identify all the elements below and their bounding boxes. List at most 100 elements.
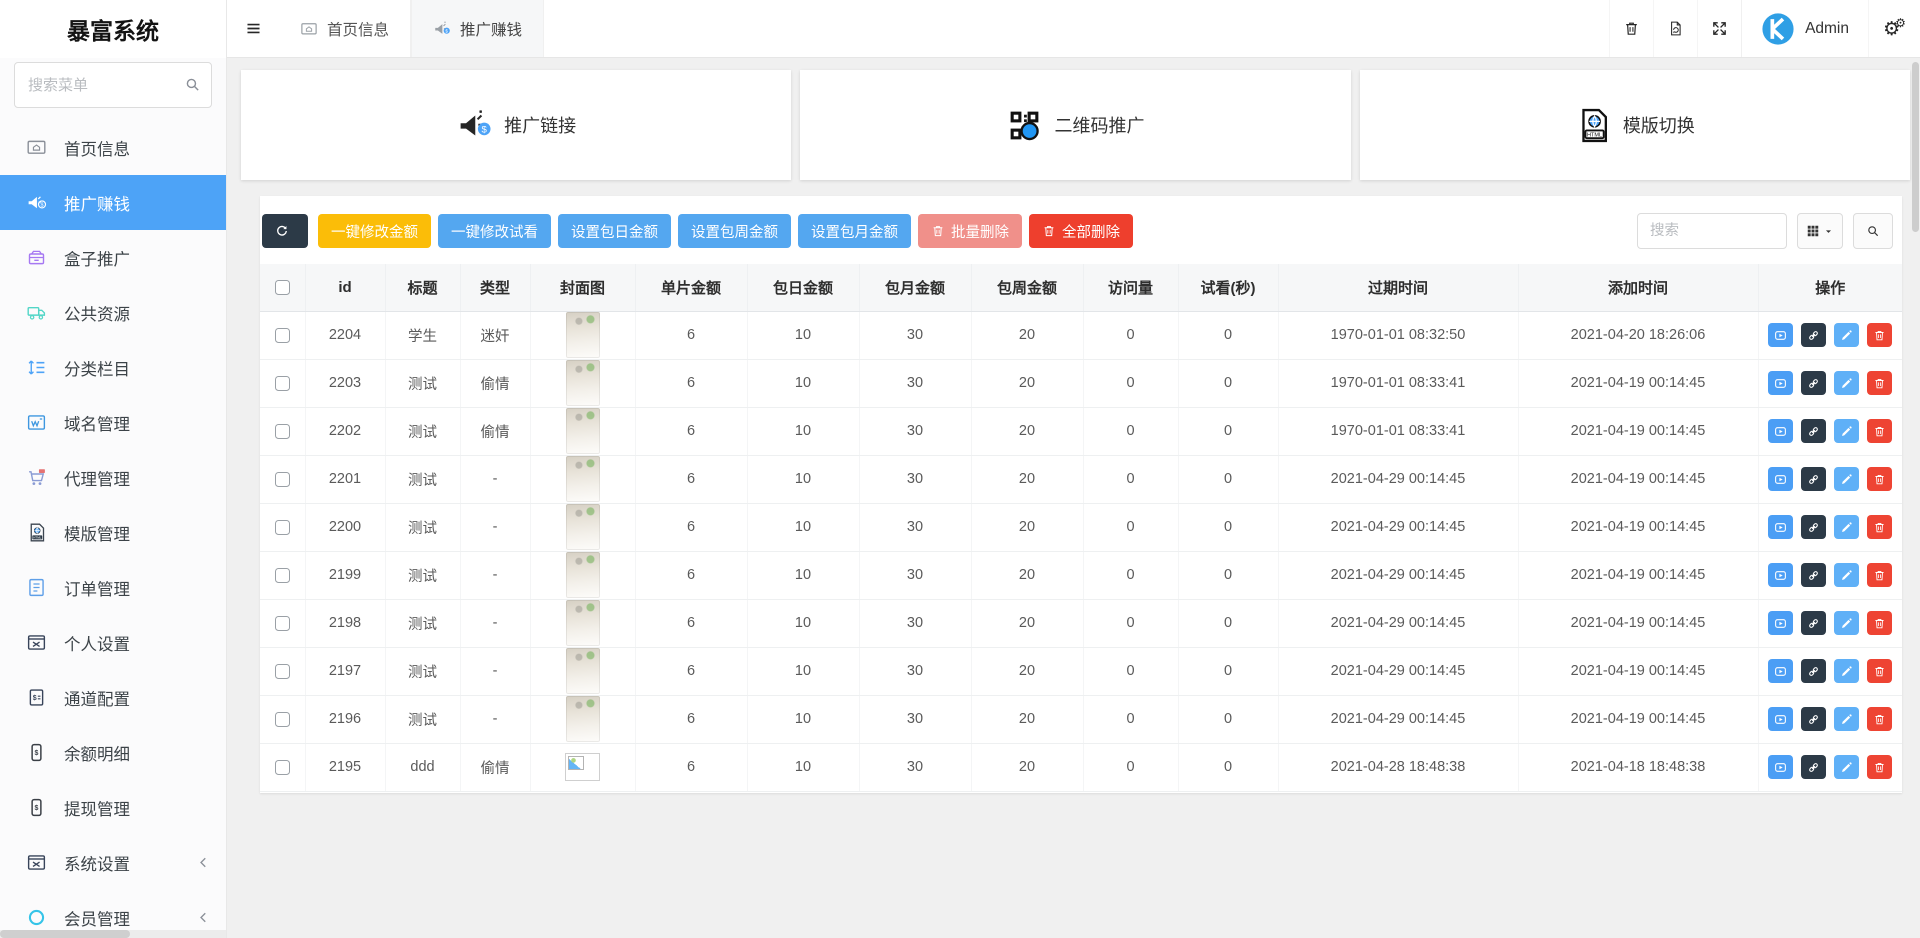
row-checkbox[interactable] [275, 520, 290, 535]
row-checkbox[interactable] [275, 424, 290, 439]
promo-link-card[interactable]: 推广链接 [241, 70, 791, 180]
sidebar-item-home-info[interactable]: 首页信息 [0, 120, 226, 175]
row-checkbox[interactable] [275, 568, 290, 583]
settings-gears-button[interactable]: ⚙⚙ [1868, 0, 1920, 57]
sidebar-item-system[interactable]: 系统设置 [0, 835, 226, 890]
cell-week-price: 20 [971, 503, 1083, 551]
caret-down-icon [1823, 226, 1834, 237]
pencil-icon [1840, 569, 1853, 582]
cell-title: 测试 [385, 359, 460, 407]
column-header: 包月金额 [859, 264, 971, 311]
link-button[interactable] [1801, 515, 1826, 539]
user-menu[interactable]: Admin [1741, 0, 1868, 57]
link-button[interactable] [1801, 419, 1826, 443]
qrcode-promo-card[interactable]: 二维码推广 [800, 70, 1350, 180]
trash-button[interactable] [1609, 0, 1653, 57]
delete-button[interactable] [1867, 515, 1892, 539]
sidebar-item-domain[interactable]: 域名管理 [0, 395, 226, 450]
play-button[interactable] [1768, 371, 1793, 395]
tab-promo-earn[interactable]: 推广赚钱 [411, 0, 544, 57]
row-checkbox[interactable] [275, 472, 290, 487]
edit-button[interactable] [1834, 707, 1859, 731]
row-checkbox[interactable] [275, 664, 290, 679]
play-button[interactable] [1768, 515, 1793, 539]
sidebar-item-personal[interactable]: 个人设置 [0, 615, 226, 670]
edit-button[interactable] [1834, 755, 1859, 779]
link-button[interactable] [1801, 323, 1826, 347]
edit-button[interactable] [1834, 611, 1859, 635]
edit-button[interactable] [1834, 659, 1859, 683]
select-all-checkbox[interactable] [275, 280, 290, 295]
button-label: 一键修改试看 [451, 221, 538, 242]
row-checkbox[interactable] [275, 712, 290, 727]
sidebar-item-box-promo[interactable]: 盒子推广 [0, 230, 226, 285]
link-button[interactable] [1801, 611, 1826, 635]
edit-button[interactable] [1834, 563, 1859, 587]
sidebar-item-public-resource[interactable]: 公共资源 [0, 285, 226, 340]
cell-visits: 0 [1083, 407, 1178, 455]
columns-toggle-button[interactable] [1797, 213, 1843, 249]
sidebar-item-channel[interactable]: 通道配置 [0, 670, 226, 725]
link-button[interactable] [1801, 563, 1826, 587]
play-button[interactable] [1768, 707, 1793, 731]
edit-button[interactable] [1834, 323, 1859, 347]
delete-button[interactable] [1867, 755, 1892, 779]
clear-cache-button[interactable] [1653, 0, 1697, 57]
play-button[interactable] [1768, 467, 1793, 491]
delete-button[interactable] [1867, 323, 1892, 347]
delete-button[interactable] [1867, 659, 1892, 683]
sidebar-toggle-button[interactable] [227, 0, 279, 57]
fullscreen-button[interactable] [1697, 0, 1741, 57]
play-button[interactable] [1768, 755, 1793, 779]
sidebar-item-balance[interactable]: 余额明细 [0, 725, 226, 780]
set-week-price-button[interactable]: 设置包周金额 [678, 214, 791, 248]
sidebar-item-agent[interactable]: 代理管理 [0, 450, 226, 505]
delete-button[interactable] [1867, 419, 1892, 443]
delete-button[interactable] [1867, 611, 1892, 635]
table-search-button[interactable] [1853, 213, 1893, 249]
cell-id: 2197 [305, 647, 385, 695]
refresh-button[interactable] [262, 214, 308, 248]
link-button[interactable] [1801, 371, 1826, 395]
set-day-price-button[interactable]: 设置包日金额 [558, 214, 671, 248]
delete-button[interactable] [1867, 467, 1892, 491]
page-vertical-scrollbar[interactable] [1912, 62, 1919, 232]
modify-amount-button[interactable]: 一键修改金额 [318, 214, 431, 248]
batch-delete-button[interactable]: 批量删除 [918, 214, 1022, 248]
sidebar-item-order[interactable]: 订单管理 [0, 560, 226, 615]
cell-week-price: 20 [971, 647, 1083, 695]
table-search-input[interactable] [1637, 213, 1787, 249]
modify-trial-button[interactable]: 一键修改试看 [438, 214, 551, 248]
sidebar-item-withdraw[interactable]: 提现管理 [0, 780, 226, 835]
row-checkbox[interactable] [275, 616, 290, 631]
play-button[interactable] [1768, 611, 1793, 635]
row-checkbox[interactable] [275, 328, 290, 343]
edit-button[interactable] [1834, 419, 1859, 443]
menu-search-input[interactable] [14, 62, 212, 108]
edit-button[interactable] [1834, 515, 1859, 539]
sidebar-item-category[interactable]: 分类栏目 [0, 340, 226, 395]
edit-button[interactable] [1834, 467, 1859, 491]
edit-button[interactable] [1834, 371, 1859, 395]
delete-button[interactable] [1867, 563, 1892, 587]
link-button[interactable] [1801, 755, 1826, 779]
delete-button[interactable] [1867, 707, 1892, 731]
sidebar-item-template[interactable]: 模版管理 [0, 505, 226, 560]
tab-home-info[interactable]: 首页信息 [279, 0, 411, 57]
delete-all-button[interactable]: 全部删除 [1029, 214, 1133, 248]
template-switch-card[interactable]: 模版切换 [1360, 70, 1910, 180]
set-month-price-button[interactable]: 设置包月金额 [798, 214, 911, 248]
link-button[interactable] [1801, 707, 1826, 731]
link-button[interactable] [1801, 467, 1826, 491]
link-button[interactable] [1801, 659, 1826, 683]
sidebar-item-promo-earn[interactable]: 推广赚钱 [0, 175, 226, 230]
play-button[interactable] [1768, 323, 1793, 347]
row-checkbox[interactable] [275, 376, 290, 391]
play-button[interactable] [1768, 659, 1793, 683]
sidebar-horizontal-scrollbar[interactable] [0, 930, 226, 938]
link-icon [1807, 569, 1820, 582]
play-button[interactable] [1768, 419, 1793, 443]
delete-button[interactable] [1867, 371, 1892, 395]
row-checkbox[interactable] [275, 760, 290, 775]
play-button[interactable] [1768, 563, 1793, 587]
